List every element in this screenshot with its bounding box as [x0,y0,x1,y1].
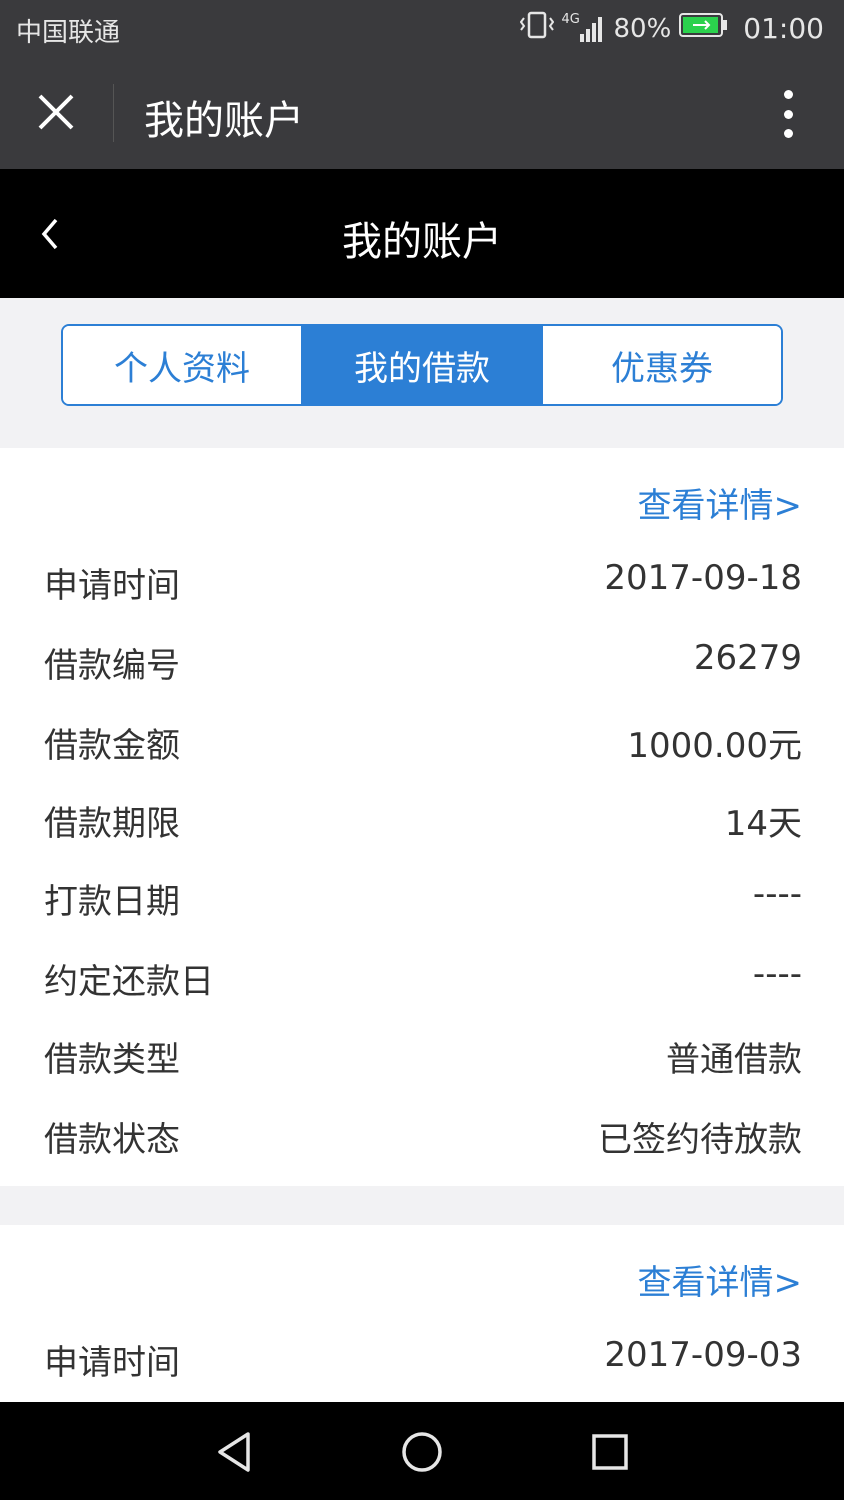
field-label: 打款日期 [44,882,180,922]
view-details-link[interactable]: 查看详情> [638,1255,803,1304]
loan-field-row: 申请时间 2017-09-18 [0,550,844,610]
field-value: 2017-09-03 [604,1335,802,1375]
field-value: 2017-09-18 [604,558,802,598]
field-value: 1000.00元 [627,726,802,766]
home-circle-icon [402,1432,442,1472]
field-label: 约定还款日 [44,962,214,1002]
loan-field-row: 借款状态 已签约待放款 [0,1104,844,1164]
loan-field-row: 打款日期 ---- [0,866,844,926]
loan-field-row: 借款金额 1000.00元 [0,710,844,770]
loan-field-row: 借款期限 14天 [0,788,844,848]
field-value: ---- [752,954,802,994]
close-button[interactable] [28,84,84,140]
loan-field-row: 约定还款日 ---- [0,946,844,1006]
loan-field-row: 借款类型 普通借款 [0,1024,844,1084]
page-title: 我的账户 [342,219,502,265]
loan-field-row: 借款编号 26279 [0,630,844,690]
loan-card: 查看详情> 申请时间 2017-09-03 [0,1225,844,1402]
tab-profile[interactable]: 个人资料 [63,326,301,404]
clock: 01:00 [743,12,824,45]
app-title: 我的账户 [144,98,304,144]
back-triangle-icon [218,1432,250,1472]
field-value: ---- [752,874,802,914]
more-vertical-icon [783,90,793,138]
signal-icon: 4G [562,12,606,44]
field-label: 借款期限 [44,804,180,844]
carrier-name: 中国联通 [16,18,121,48]
tab-coupons[interactable]: 优惠券 [541,326,781,404]
system-nav-bar [0,1402,844,1500]
field-label: 借款类型 [44,1040,180,1080]
nav-back-button[interactable] [206,1424,262,1480]
field-value: 普通借款 [666,1040,802,1080]
app-bar: 我的账户 [0,56,844,169]
field-label: 申请时间 [44,566,180,606]
battery-icon [679,12,729,45]
nav-recents-button[interactable] [582,1424,638,1480]
battery-percent: 80% [613,13,672,44]
field-label: 借款金额 [44,726,180,766]
view-details-link[interactable]: 查看详情> [638,478,803,527]
page-header: 我的账户 [0,169,844,298]
more-button[interactable] [768,86,808,142]
field-label: 申请时间 [44,1343,180,1383]
status-bar: 中国联通 4G 80% 01:00 [0,0,844,56]
loan-field-row: 申请时间 2017-09-03 [0,1327,844,1387]
close-icon [38,94,74,130]
segmented-tabs: 个人资料 我的借款 优惠券 [61,324,783,406]
vibrate-icon [519,10,554,47]
nav-home-button[interactable] [394,1424,450,1480]
tab-bar-area: 个人资料 我的借款 优惠券 [0,298,844,448]
field-value: 14天 [724,804,802,844]
field-value: 已签约待放款 [598,1120,802,1160]
recents-square-icon [592,1434,628,1470]
status-icons: 4G 80% 01:00 [519,10,824,47]
title-divider [113,84,114,142]
field-label: 借款状态 [44,1120,180,1160]
field-value: 26279 [693,638,802,678]
field-label: 借款编号 [44,646,180,686]
tab-my-loans[interactable]: 我的借款 [301,326,541,404]
loan-card: 查看详情> 申请时间 2017-09-18 借款编号 26279 借款金额 10… [0,448,844,1186]
